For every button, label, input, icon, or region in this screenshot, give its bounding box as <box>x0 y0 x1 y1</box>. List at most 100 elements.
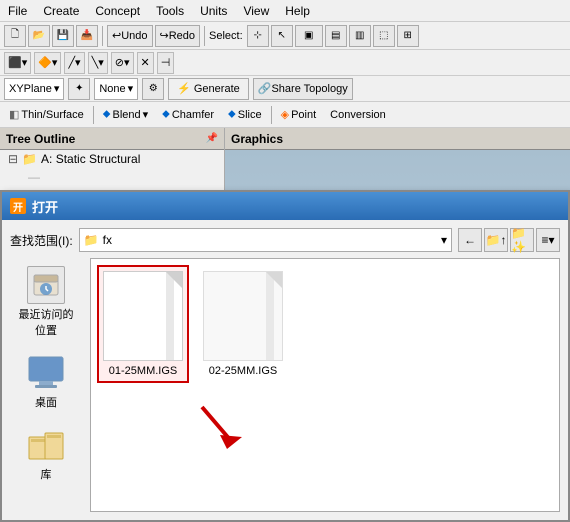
tree-child-icon: — <box>28 170 40 184</box>
undo-btn[interactable]: ↩ Undo <box>107 25 153 47</box>
tree-root-item[interactable]: ⊟ 📁 A: Static Structural <box>0 150 224 168</box>
plane-icon[interactable]: ✦ <box>68 78 90 100</box>
file-label-2: 02-25MM.IGS <box>209 365 277 377</box>
select-mode-2[interactable]: ↖ <box>271 25 293 47</box>
tree-outline-header: Tree Outline 📌 <box>0 128 224 150</box>
toolbar-4: ◧ Thin/Surface ⬥ Blend ▾ ⬥ Chamfer ⬥ Sli… <box>0 102 570 128</box>
draw-btn-7[interactable]: ⊣ <box>157 52 175 74</box>
chamfer-btn[interactable]: ⬥ Chamfer <box>157 104 219 126</box>
location-input[interactable]: 📁 fx ▾ <box>79 228 452 252</box>
nav-back-btn[interactable]: ← <box>458 228 482 252</box>
menu-concept[interactable]: Concept <box>91 2 144 20</box>
select-mode-6[interactable]: ⬚ <box>373 25 395 47</box>
select-label: Select: <box>209 30 243 42</box>
chamfer-label: Chamfer <box>172 109 214 121</box>
create-folder-btn[interactable]: 📁✨ <box>510 228 534 252</box>
recent-icon-box <box>27 266 65 304</box>
dialog-body: 查找范围(I): 📁 fx ▾ ← 📁↑ 📁✨ ≡▾ <box>2 220 568 520</box>
dialog-titlebar: 开 打开 <box>2 192 568 220</box>
slice-btn[interactable]: ⬥ Slice <box>223 104 267 126</box>
graphics-header: Graphics <box>225 128 570 150</box>
open-btn[interactable]: 📂 <box>28 25 50 47</box>
nav-recent[interactable]: 最近访问的位置 <box>12 262 80 342</box>
recent-nav-icon <box>27 266 65 304</box>
menu-units[interactable]: Units <box>196 2 231 20</box>
sidebar-nav: 最近访问的位置 桌面 <box>10 258 82 512</box>
generate-button[interactable]: ⚡ Generate <box>168 78 249 100</box>
view-toggle-btn[interactable]: ≡▾ <box>536 228 560 252</box>
generate-label: Generate <box>194 83 240 95</box>
draw-btn-3[interactable]: ╱▾ <box>64 52 84 74</box>
thin-surface-btn[interactable]: ◧ Thin/Surface <box>4 104 89 126</box>
desktop-nav-icon <box>27 354 65 392</box>
nav-library[interactable]: 库 <box>12 422 80 486</box>
menu-file[interactable]: File <box>4 2 31 20</box>
location-label: 查找范围(I): <box>10 232 73 249</box>
draw-btn-2[interactable]: 🔶▾ <box>34 52 61 74</box>
plane-dropdown[interactable]: XYPlane ▾ <box>4 78 64 100</box>
menu-help[interactable]: Help <box>281 2 314 20</box>
redo-btn[interactable]: ↪ Redo <box>155 25 201 47</box>
select-mode-3[interactable]: ▣ <box>295 25 323 47</box>
dialog-title-text: 打开 <box>32 197 58 216</box>
save-btn[interactable]: 💾 <box>52 25 74 47</box>
menu-view[interactable]: View <box>239 2 273 20</box>
location-value: fx <box>103 233 112 247</box>
share-topology-btn[interactable]: 🔗 Share Topology <box>253 78 353 100</box>
library-nav-icon <box>27 426 65 464</box>
nav-up-btn[interactable]: 📁↑ <box>484 228 508 252</box>
draw-btn-4[interactable]: ╲▾ <box>88 52 108 74</box>
tree-outline-title: Tree Outline <box>6 132 75 146</box>
conversion-btn[interactable]: Conversion <box>325 104 391 126</box>
select-mode-7[interactable]: ⊞ <box>397 25 419 47</box>
dialog-app-icon: 开 <box>10 198 26 214</box>
settings-icon[interactable]: ⚙ <box>142 78 164 100</box>
plane-dropdown-arrow: ▾ <box>54 82 60 95</box>
menu-tools[interactable]: Tools <box>152 2 188 20</box>
library-label: 库 <box>41 466 52 482</box>
folder-icon: 📁 <box>84 233 99 247</box>
file-item-2[interactable]: 02-25MM.IGS <box>199 267 287 381</box>
conversion-label: Conversion <box>330 109 386 121</box>
menu-bar: File Create Concept Tools Units View Hel… <box>0 0 570 22</box>
point-btn[interactable]: ◈ Point <box>276 104 322 126</box>
tree-child-item[interactable]: — <box>0 168 224 186</box>
toolbar-1: 🗋 📂 💾 📥 ↩ Undo ↪ Redo Select: ⊹ ↖ ▣ ▤ ▥ … <box>0 22 570 50</box>
undo-label: Undo <box>121 30 147 42</box>
select-mode-4[interactable]: ▤ <box>325 25 347 47</box>
thin-icon: ◧ <box>9 108 19 121</box>
select-mode-1[interactable]: ⊹ <box>247 25 269 47</box>
graphics-title: Graphics <box>231 132 283 146</box>
draw-btn-5[interactable]: ⊘▾ <box>111 52 134 74</box>
plane-label: XYPlane <box>9 83 52 95</box>
sep4 <box>271 106 272 124</box>
slice-icon: ⬥ <box>228 108 236 121</box>
none-label: None <box>99 83 125 95</box>
pin-icon[interactable]: 📌 <box>206 133 218 144</box>
share-label: Share Topology <box>271 83 347 95</box>
blend-label: Blend <box>112 109 140 121</box>
collapse-icon: ⊟ <box>8 152 18 166</box>
file-icon-1 <box>103 271 183 361</box>
nav-desktop[interactable]: 桌面 <box>12 350 80 414</box>
location-row: 查找范围(I): 📁 fx ▾ ← 📁↑ 📁✨ ≡▾ <box>10 228 560 252</box>
sep3 <box>93 106 94 124</box>
tree-item-label: A: Static Structural <box>41 152 140 166</box>
file-item-1[interactable]: 01-25MM.IGS <box>99 267 187 381</box>
toolbar-2: ⬛▾ 🔶▾ ╱▾ ╲▾ ⊘▾ ✕ ⊣ <box>0 50 570 76</box>
blend-arrow: ▾ <box>143 108 149 121</box>
redo-label: Redo <box>169 30 195 42</box>
none-dropdown-arrow: ▾ <box>128 82 134 95</box>
import-btn[interactable]: 📥 <box>76 25 98 47</box>
dialog-overlay: 开 打开 查找范围(I): 📁 fx ▾ ← 📁↑ 📁✨ ≡▾ <box>0 190 570 522</box>
new-btn[interactable]: 🗋 <box>4 25 26 47</box>
menu-create[interactable]: Create <box>39 2 83 20</box>
none-dropdown[interactable]: None ▾ <box>94 78 138 100</box>
arrow-container <box>192 397 252 460</box>
draw-btn-1[interactable]: ⬛▾ <box>4 52 31 74</box>
select-mode-5[interactable]: ▥ <box>349 25 371 47</box>
toolbar-3: XYPlane ▾ ✦ None ▾ ⚙ ⚡ Generate 🔗 Share … <box>0 76 570 102</box>
draw-btn-6[interactable]: ✕ <box>137 52 154 74</box>
blend-btn[interactable]: ⬥ Blend ▾ <box>98 104 153 126</box>
file-area: 01-25MM.IGS 02-25MM.IGS <box>90 258 560 512</box>
